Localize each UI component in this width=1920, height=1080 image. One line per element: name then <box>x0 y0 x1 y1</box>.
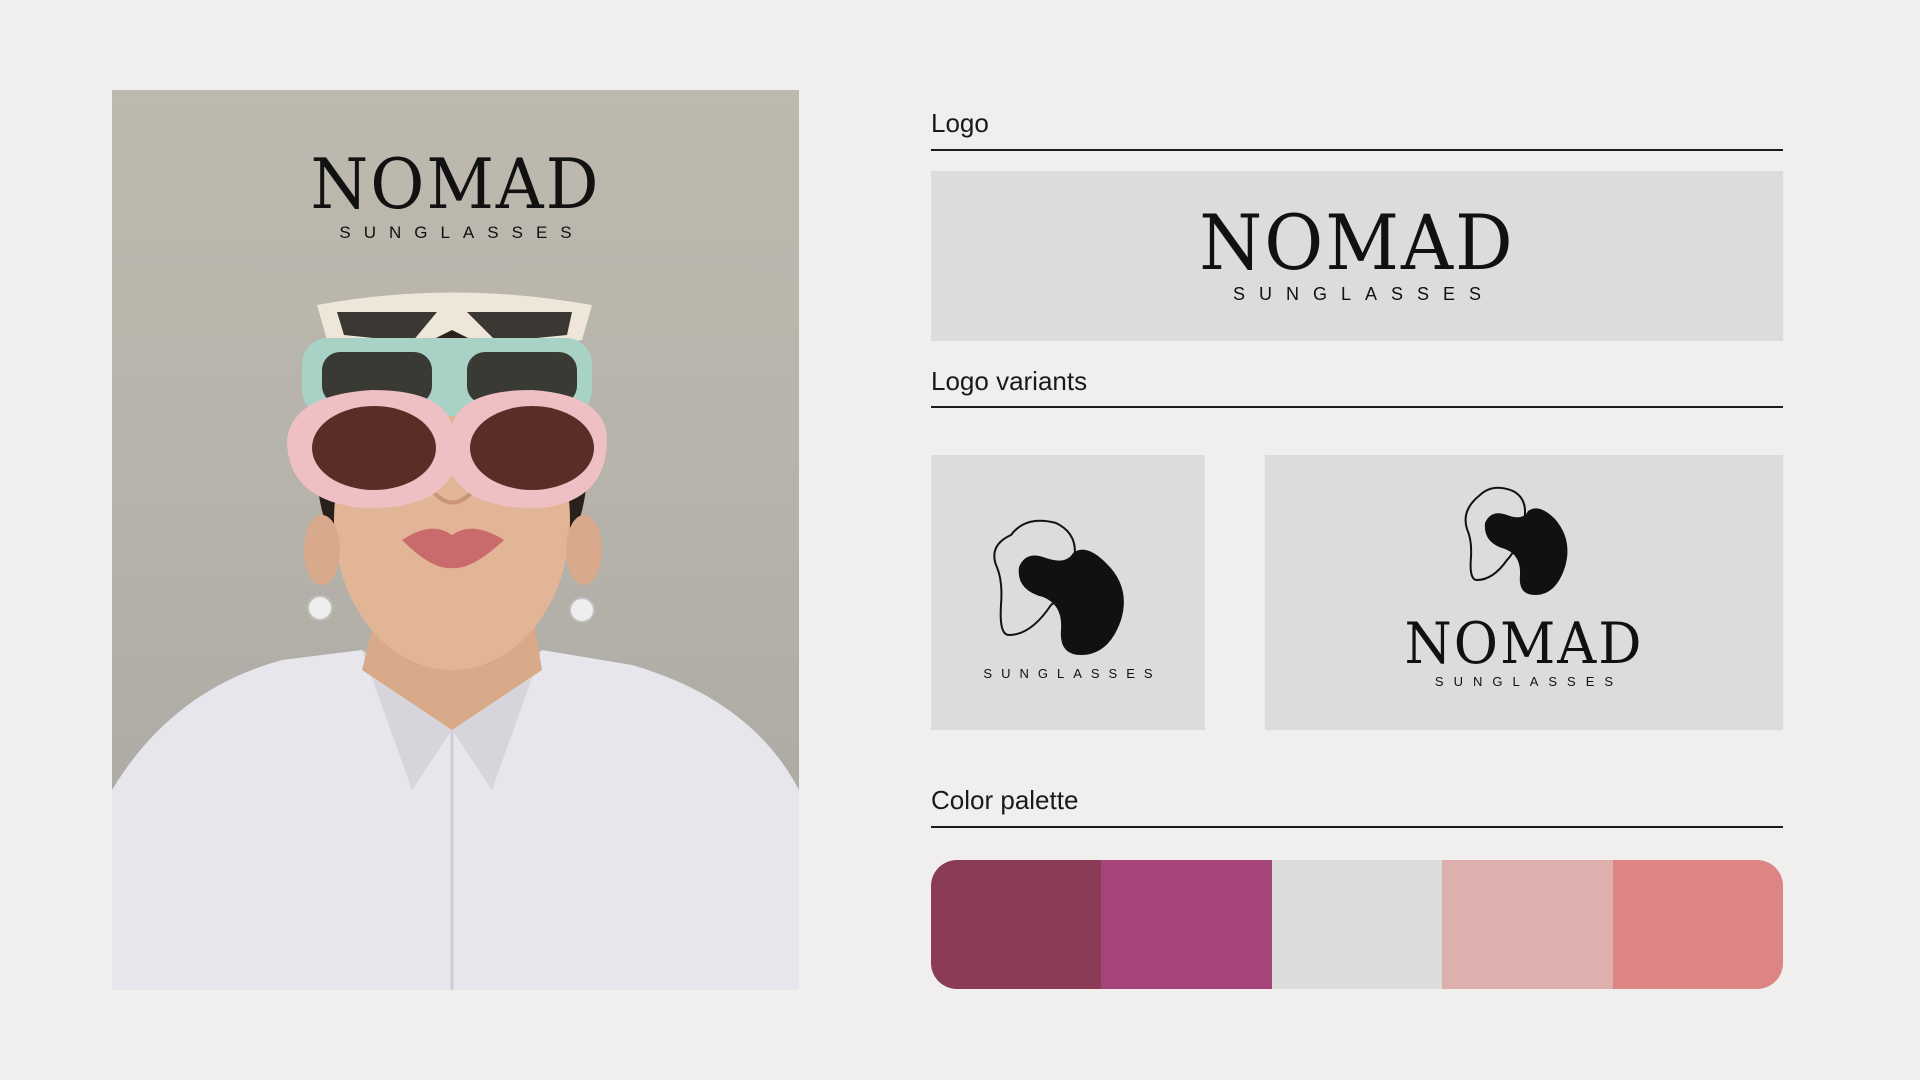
photo-logo: NOMAD SUNGLASSES <box>112 144 799 242</box>
photo-logo-name: NOMAD <box>310 144 601 225</box>
variant-mark-tagline-wrap: SUNGLASSES <box>931 667 1205 680</box>
combined-logo: NOMAD SUNGLASSES <box>1265 610 1783 689</box>
combined-logo-name: NOMAD <box>1404 610 1644 677</box>
section-title-logo: Logo <box>931 108 989 138</box>
combined-logo-tagline: SUNGLASSES <box>1434 674 1624 689</box>
section-divider <box>931 149 1783 151</box>
primary-logo-card: NOMAD SUNGLASSES <box>931 171 1783 341</box>
section-divider <box>931 406 1783 408</box>
hero-photo: NOMAD SUNGLASSES <box>112 90 799 990</box>
color-swatch <box>1442 860 1613 989</box>
section-title-logo-variants: Logo variants <box>931 366 1088 396</box>
variant-mark-tagline: SUNGLASSES <box>983 666 1162 681</box>
logo-variant-mark: SUNGLASSES <box>931 455 1205 730</box>
logo-variant-combined: NOMAD SUNGLASSES <box>1265 455 1783 730</box>
color-swatch <box>931 860 1102 989</box>
photo-logo-tagline: SUNGLASSES <box>339 223 585 242</box>
blob-mark-icon <box>993 519 1124 655</box>
color-swatch <box>1101 860 1272 989</box>
color-palette-strip <box>931 860 1783 989</box>
section-title-color-palette: Color palette <box>931 785 1079 815</box>
section-divider <box>931 826 1783 828</box>
color-swatch <box>1612 860 1783 989</box>
blob-mark-icon <box>1464 486 1568 595</box>
primary-logo: NOMAD SUNGLASSES <box>931 198 1783 304</box>
primary-logo-name: NOMAD <box>1199 198 1515 288</box>
primary-logo-tagline: SUNGLASSES <box>1232 284 1496 304</box>
color-swatch <box>1271 860 1443 989</box>
